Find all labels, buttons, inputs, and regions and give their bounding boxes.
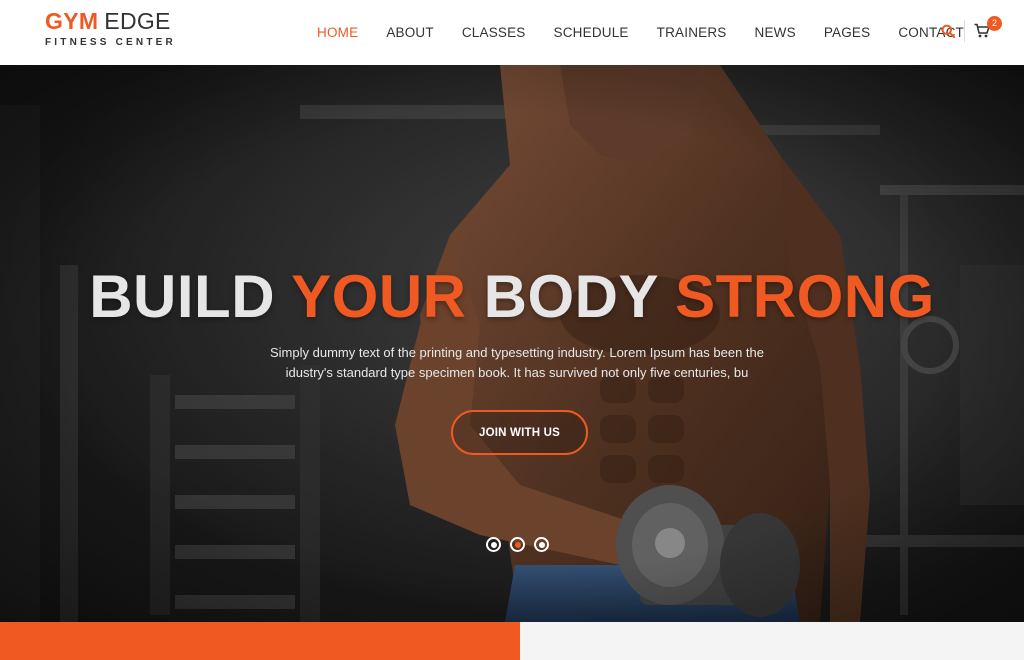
- hero-description: Simply dummy text of the printing and ty…: [269, 345, 764, 380]
- cart-count-badge: 2: [987, 16, 1002, 31]
- header-divider: [964, 20, 965, 42]
- slider-dot-2-indicator: [514, 541, 521, 548]
- slider-dot-3[interactable]: [534, 537, 549, 552]
- hero-title-word-3: BODY: [483, 263, 658, 330]
- site-header: GYM EDGE FITNESS CENTER HOME ABOUT CLASSE…: [0, 0, 1024, 65]
- light-section-band: [520, 622, 1024, 660]
- nav-home[interactable]: HOME: [317, 25, 358, 40]
- hero-title-word-1: BUILD: [89, 263, 276, 330]
- hero-title: BUILD YOUR BODY STRONG: [0, 262, 1024, 331]
- slider-dot-1[interactable]: [486, 537, 501, 552]
- nav-schedule[interactable]: SCHEDULE: [554, 25, 629, 40]
- nav-news[interactable]: NEWS: [755, 25, 796, 40]
- site-logo[interactable]: GYM EDGE FITNESS CENTER: [45, 10, 176, 48]
- logo-edge: EDGE: [104, 8, 171, 34]
- slider-dot-1-indicator: [490, 541, 497, 548]
- nav-trainers[interactable]: TRAINERS: [657, 25, 727, 40]
- slider-dot-2[interactable]: [510, 537, 525, 552]
- nav-about[interactable]: ABOUT: [386, 25, 434, 40]
- main-nav: HOME ABOUT CLASSES SCHEDULE TRAINERS NEW…: [303, 0, 978, 65]
- logo-gym: GYM: [45, 8, 99, 34]
- logo-tagline: FITNESS CENTER: [45, 37, 176, 48]
- logo-wordmark: GYM EDGE: [45, 8, 171, 34]
- slider-dot-3-indicator: [538, 541, 545, 548]
- nav-classes[interactable]: CLASSES: [462, 25, 526, 40]
- hero-slider: BUILD YOUR BODY STRONG Simply dummy text…: [0, 65, 1024, 622]
- join-with-us-button[interactable]: JOIN WITH US: [451, 410, 588, 455]
- nav-pages[interactable]: PAGES: [824, 25, 871, 40]
- orange-section-band: [0, 622, 520, 660]
- hero-title-word-4: STRONG: [675, 263, 935, 330]
- hero-title-word-2: YOUR: [291, 263, 467, 330]
- slider-pagination: [486, 537, 549, 552]
- search-icon[interactable]: [941, 24, 955, 38]
